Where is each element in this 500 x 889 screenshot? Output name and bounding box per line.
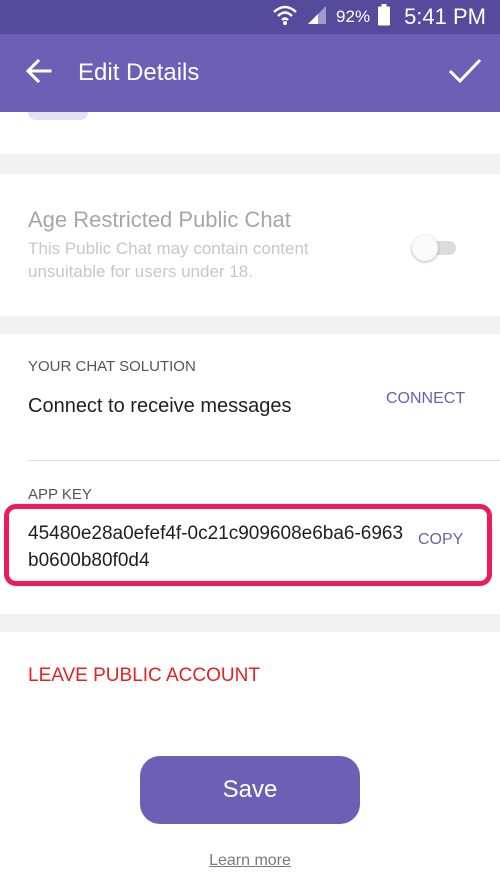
learn-more-link[interactable]: Learn more xyxy=(0,852,500,870)
back-button[interactable] xyxy=(0,34,78,112)
chat-solution-label: YOUR CHAT SOLUTION xyxy=(28,358,196,375)
leave-public-account-link[interactable]: LEAVE PUBLIC ACCOUNT xyxy=(28,665,260,687)
wifi-icon xyxy=(272,4,298,31)
age-restricted-toggle[interactable] xyxy=(412,233,458,261)
app-key-highlight xyxy=(4,504,492,586)
battery-icon xyxy=(378,3,391,31)
page-title: Edit Details xyxy=(78,59,200,86)
avatar-edge xyxy=(28,112,88,120)
divider xyxy=(28,460,500,461)
connect-button[interactable]: CONNECT xyxy=(386,390,465,408)
app-key-label: APP KEY xyxy=(28,486,92,503)
age-restricted-title: Age Restricted Public Chat xyxy=(28,207,291,232)
clock: 5:41 PM xyxy=(404,4,486,29)
top-section xyxy=(0,112,500,154)
age-restricted-description: This Public Chat may contain content uns… xyxy=(28,239,309,281)
bottom-section: LEAVE PUBLIC ACCOUNT Save Learn more xyxy=(0,632,500,889)
app-bar: Edit Details xyxy=(0,34,500,112)
toggle-thumb xyxy=(412,235,438,261)
save-button[interactable]: Save xyxy=(140,756,360,824)
status-bar: 92% 5:41 PM xyxy=(0,0,500,34)
arrow-left-icon xyxy=(25,58,52,88)
battery-percentage: 92% xyxy=(336,7,371,26)
check-icon xyxy=(448,57,482,90)
signal-icon xyxy=(306,5,328,30)
age-restricted-section: Age Restricted Public Chat This Public C… xyxy=(0,174,500,316)
chat-solution-text: Connect to receive messages xyxy=(28,395,292,417)
confirm-button[interactable] xyxy=(430,34,500,112)
